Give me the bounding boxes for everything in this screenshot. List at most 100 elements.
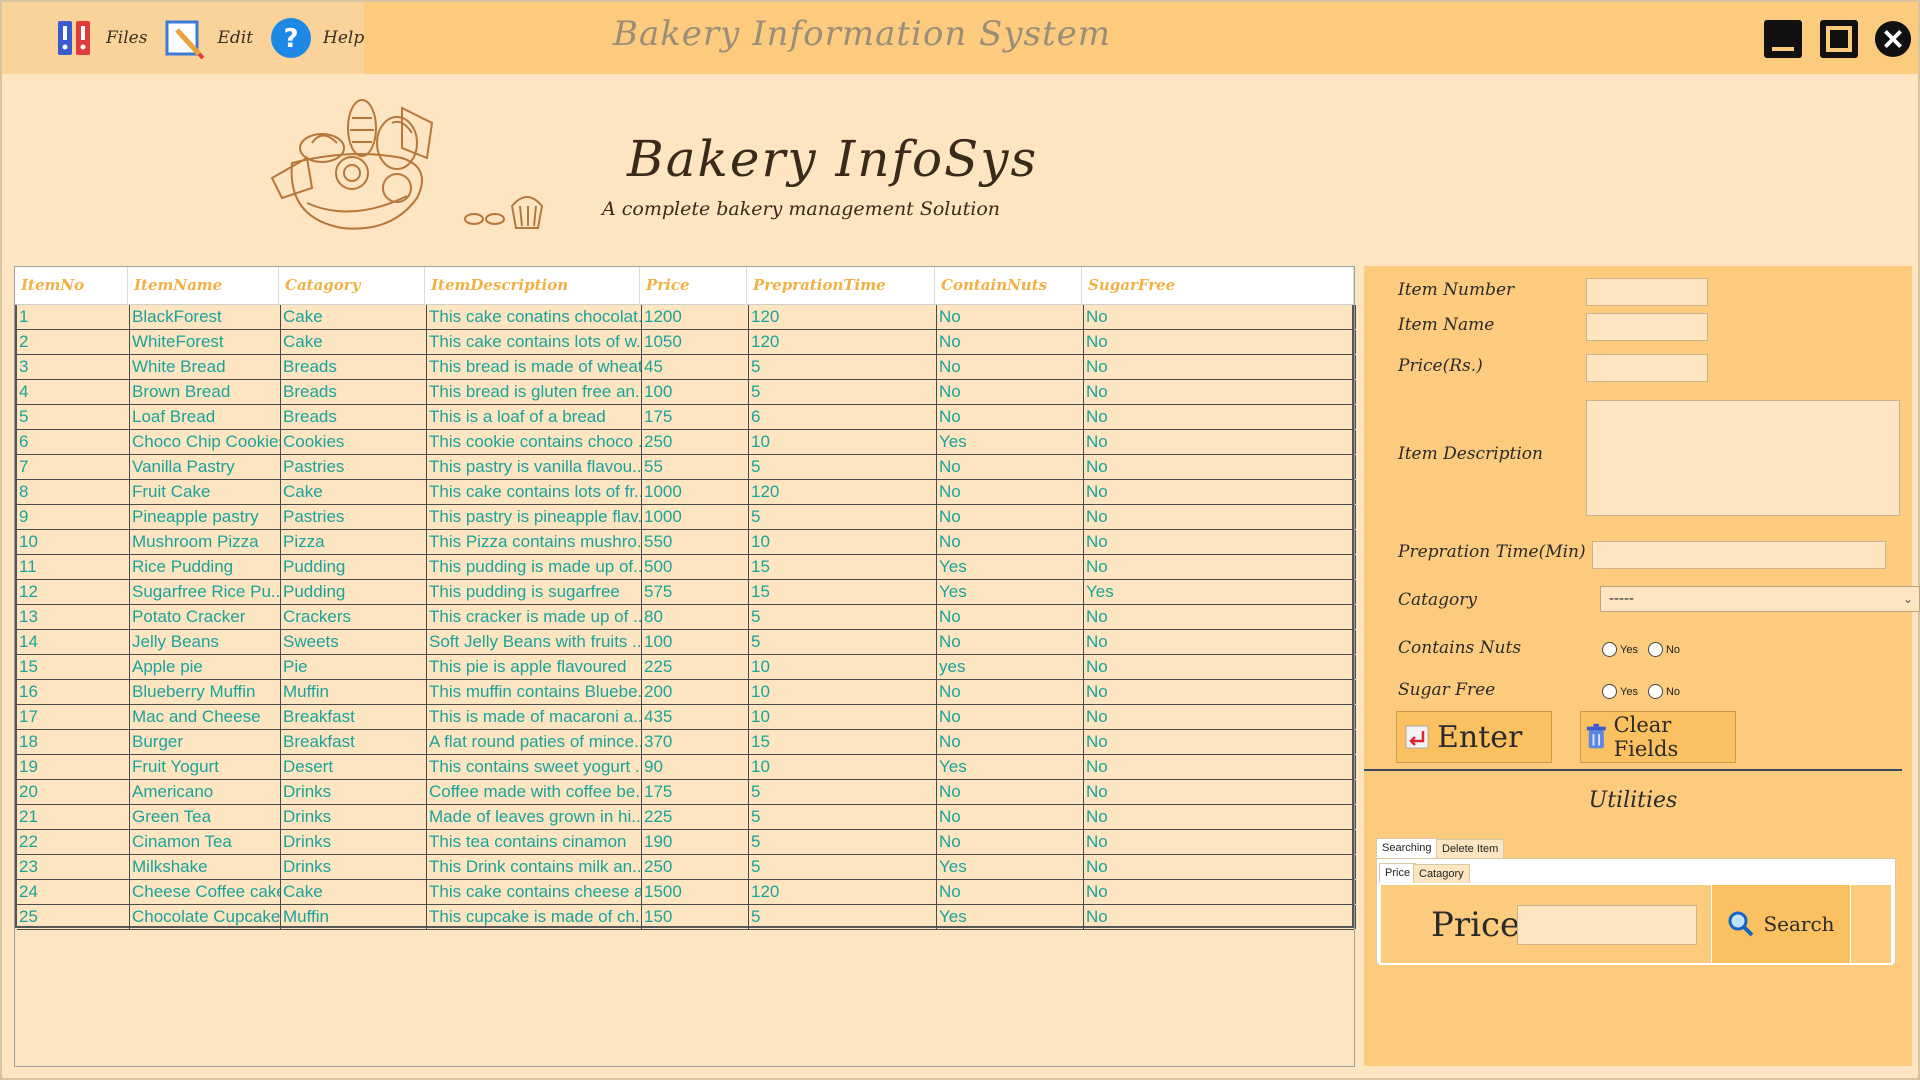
table-cell[interactable]: Breakfast [281, 705, 427, 729]
table-cell[interactable]: Pizza [281, 530, 427, 554]
table-row[interactable]: 15 Apple pie Pie This pie is apple flavoure… [17, 655, 1356, 680]
table-cell[interactable]: Yes [937, 430, 1084, 454]
table-cell[interactable]: Cinamon Tea [130, 830, 281, 854]
table-cell[interactable]: No [937, 455, 1084, 479]
table-cell[interactable]: No [1084, 305, 1356, 329]
table-cell[interactable]: 225 [642, 805, 749, 829]
table-cell[interactable]: No [937, 480, 1084, 504]
table-row[interactable]: 24 Cheese Coffee cake Cake This cake contai… [17, 880, 1356, 905]
table-cell[interactable]: 23 [17, 855, 130, 879]
table-cell[interactable]: No [1084, 380, 1356, 404]
column-header[interactable]: Price [640, 267, 747, 305]
table-cell[interactable]: Breads [281, 355, 427, 379]
table-cell[interactable]: No [937, 380, 1084, 404]
table-cell[interactable]: 6 [17, 430, 130, 454]
table-cell[interactable]: Muffin [281, 905, 427, 929]
table-cell[interactable]: Fruit Cake [130, 480, 281, 504]
table-cell[interactable]: No [1084, 755, 1356, 779]
table-cell[interactable]: 13 [17, 605, 130, 629]
table-cell[interactable]: Breads [281, 405, 427, 429]
table-cell[interactable]: 19 [17, 755, 130, 779]
table-cell[interactable]: Cake [281, 305, 427, 329]
column-header[interactable]: ItemNo [15, 267, 128, 305]
table-cell[interactable]: 15 [749, 580, 937, 604]
table-cell[interactable]: Pudding [281, 555, 427, 579]
table-cell[interactable]: 5 [749, 905, 937, 929]
table-cell[interactable]: Green Tea [130, 805, 281, 829]
table-cell[interactable]: 370 [642, 730, 749, 754]
table-cell[interactable]: 5 [749, 355, 937, 379]
table-cell[interactable]: 55 [642, 455, 749, 479]
table-cell[interactable]: Mac and Cheese [130, 705, 281, 729]
table-cell[interactable]: Potato Cracker [130, 605, 281, 629]
table-cell[interactable]: 4 [17, 380, 130, 404]
table-cell[interactable]: No [937, 355, 1084, 379]
table-row[interactable]: 7 Vanilla Pastry Pastries This pastry is va… [17, 455, 1356, 480]
table-cell[interactable]: Yes [937, 580, 1084, 604]
table-cell[interactable]: This pastry is pineapple flav... [427, 505, 642, 529]
table-row[interactable]: 9 Pineapple pastry Pastries This pastry is … [17, 505, 1356, 530]
table-cell[interactable]: 1000 [642, 505, 749, 529]
table-row[interactable]: 18 Burger Breakfast A flat round paties of … [17, 730, 1356, 755]
table-row[interactable]: 19 Fruit Yogurt Desert This contains sweet … [17, 755, 1356, 780]
table-cell[interactable]: 9 [17, 505, 130, 529]
table-cell[interactable]: Cake [281, 880, 427, 904]
table-cell[interactable]: Yes [937, 555, 1084, 579]
table-cell[interactable]: 14 [17, 630, 130, 654]
table-cell[interactable]: 20 [17, 780, 130, 804]
table-row[interactable]: 14 Jelly Beans Sweets Soft Jelly Beans with… [17, 630, 1356, 655]
table-cell[interactable]: No [1084, 880, 1356, 904]
table-cell[interactable]: No [937, 630, 1084, 654]
table-cell[interactable]: This cracker is made up of ... [427, 605, 642, 629]
table-row[interactable]: 16 Blueberry Muffin Muffin This muffin cont… [17, 680, 1356, 705]
table-cell[interactable]: This pudding is sugarfree [427, 580, 642, 604]
table-cell[interactable]: 3 [17, 355, 130, 379]
table-cell[interactable]: Coffee made with coffee be... [427, 780, 642, 804]
table-cell[interactable]: 435 [642, 705, 749, 729]
table-cell[interactable]: No [1084, 530, 1356, 554]
table-cell[interactable]: Pie [281, 655, 427, 679]
table-cell[interactable]: Cake [281, 330, 427, 354]
table-cell[interactable]: Yes [1084, 580, 1356, 604]
table-cell[interactable]: No [1084, 855, 1356, 879]
table-cell[interactable]: Crackers [281, 605, 427, 629]
table-cell[interactable]: No [1084, 355, 1356, 379]
table-cell[interactable]: 5 [749, 455, 937, 479]
table-cell[interactable]: Burger [130, 730, 281, 754]
table-cell[interactable]: 5 [749, 630, 937, 654]
table-cell[interactable]: No [1084, 680, 1356, 704]
table-row[interactable]: 21 Green Tea Drinks Made of leaves grown in… [17, 805, 1356, 830]
table-cell[interactable]: No [937, 730, 1084, 754]
table-cell[interactable]: Milkshake [130, 855, 281, 879]
table-cell[interactable]: 18 [17, 730, 130, 754]
table-cell[interactable]: 15 [749, 730, 937, 754]
table-cell[interactable]: This cake contains cheese a... [427, 880, 642, 904]
table-cell[interactable]: 7 [17, 455, 130, 479]
enter-button[interactable]: Enter [1396, 711, 1552, 763]
table-cell[interactable]: 5 [749, 780, 937, 804]
maximize-button[interactable] [1820, 20, 1858, 58]
table-cell[interactable]: Made of leaves grown in hi... [427, 805, 642, 829]
tab-delete-item[interactable]: Delete Item [1436, 839, 1505, 859]
table-cell[interactable]: 90 [642, 755, 749, 779]
table-row[interactable]: 4 Brown Bread Breads This bread is gluten f… [17, 380, 1356, 405]
item-name-input[interactable] [1586, 313, 1708, 341]
table-cell[interactable]: No [1084, 805, 1356, 829]
price-search-input[interactable] [1517, 905, 1697, 945]
subtab-category[interactable]: Catagory [1413, 864, 1470, 884]
table-cell[interactable]: No [937, 505, 1084, 529]
table-cell[interactable]: 6 [749, 405, 937, 429]
table-row[interactable]: 8 Fruit Cake Cake This cake contains lots o… [17, 480, 1356, 505]
column-header[interactable]: ItemName [128, 267, 279, 305]
table-cell[interactable]: 16 [17, 680, 130, 704]
table-cell[interactable]: This cake contains lots of fr... [427, 480, 642, 504]
table-cell[interactable]: This is a loaf of a bread [427, 405, 642, 429]
table-cell[interactable]: 120 [749, 880, 937, 904]
table-cell[interactable]: No [1084, 730, 1356, 754]
table-cell[interactable]: No [1084, 430, 1356, 454]
table-cell[interactable]: WhiteForest [130, 330, 281, 354]
table-cell[interactable]: This contains sweet yogurt ... [427, 755, 642, 779]
table-cell[interactable]: No [1084, 655, 1356, 679]
table-row[interactable]: 20 Americano Drinks Coffee made with coffee… [17, 780, 1356, 805]
table-cell[interactable]: 10 [17, 530, 130, 554]
